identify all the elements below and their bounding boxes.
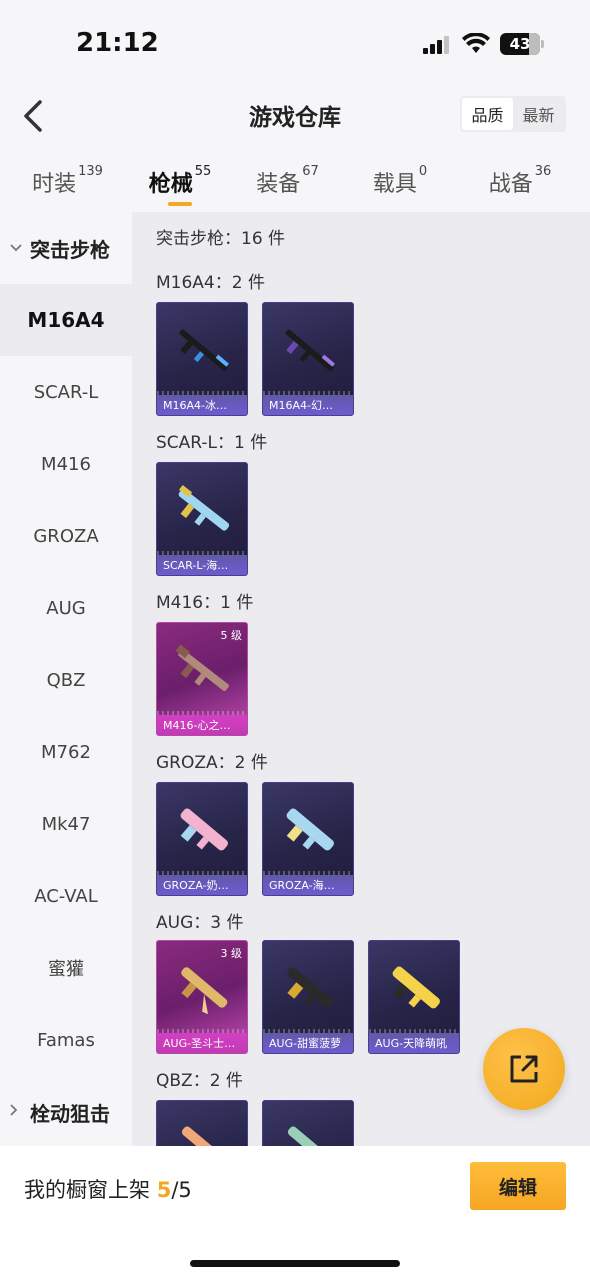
sidebar-group-label: 突击步枪 [30,237,110,262]
sidebar-item-m416[interactable]: M416 [0,428,132,500]
weapon-card-label: AUG-甜蜜菠萝 [263,1033,353,1053]
weapon-card[interactable]: AUG-天降萌吼 [368,940,460,1054]
status-time: 21:12 [76,28,159,58]
share-icon [510,1055,538,1083]
weapon-card[interactable]: GROZA-奶… [156,782,248,896]
section-title: GROZA：2 件 [156,753,268,773]
sidebar-item-honey-badger[interactable]: 蜜獾 [0,932,132,1004]
chevron-right-icon [10,1104,24,1120]
cellular-signal-icon [423,36,453,54]
header: 游戏仓库 品质 最新 [0,86,590,146]
weapon-card-label: M16A4-冰… [157,395,247,415]
weapon-card[interactable]: SCAR-L-海… [156,462,248,576]
weapon-card-label: GROZA-海… [263,875,353,895]
status-bar: 21:12 43 [0,0,590,86]
tab-count: 36 [534,164,552,179]
weapon-card[interactable] [156,1100,248,1146]
tab-guns[interactable]: 枪械 55 [135,150,225,212]
tab-equipment[interactable]: 装备 67 [225,150,350,212]
weapon-card[interactable] [262,1100,354,1146]
section-title: M416：1 件 [156,593,254,613]
sidebar-item-qbz[interactable]: QBZ [0,644,132,716]
rifle-icon [286,808,334,851]
sort-by-quality[interactable]: 品质 [462,98,513,130]
section-title: AUG：3 件 [156,913,244,933]
sidebar-item-ac-val[interactable]: AC-VAL [0,860,132,932]
tab-label: 载具 [372,172,417,197]
rifle-icon [285,329,335,371]
tab-supplies[interactable]: 战备 36 [450,150,590,212]
rifle-icon [181,967,228,1015]
sidebar-item-m762[interactable]: M762 [0,716,132,788]
battery-level-text: 43 [509,35,531,53]
tab-count: 139 [78,164,103,179]
battery-icon: 43 [500,33,540,55]
sidebar-item-aug[interactable]: AUG [0,572,132,644]
wifi-icon [462,33,490,53]
section-title: QBZ：2 件 [156,1071,243,1091]
battery-nub [541,40,544,48]
sidebar-group-assault-rifles[interactable]: 突击步枪 [0,212,132,284]
tab-count: 67 [302,164,319,179]
rifle-icon [175,644,229,692]
weapon-card-label: GROZA-奶… [157,875,247,895]
rifle-icon [178,484,230,531]
weapon-card-label: SCAR-L-海… [157,555,247,575]
tab-label: 时装 [32,172,77,197]
sidebar-item-groza[interactable]: GROZA [0,500,132,572]
weapon-card-label: AUG-天降萌吼 [369,1033,459,1053]
rifle-icon [392,966,440,1009]
sort-toggle: 品质 最新 [460,96,566,132]
tab-label: 装备 [256,172,301,197]
weapon-list: 突击步枪：16 件 M16A4：2 件 M16A4-冰… M16A4-幻… SC… [132,212,590,1146]
weapon-card-label: M416-心之… [157,715,247,735]
tab-count: 55 [194,164,212,179]
rifle-icon [179,329,229,371]
shelf-current-count: 5 [156,1178,172,1202]
weapon-card[interactable]: M16A4-幻… [262,302,354,416]
section-title: M16A4：2 件 [156,273,265,293]
tab-label: 枪械 [148,172,193,197]
rifle-icon [287,1126,334,1146]
tab-count: 0 [418,164,428,179]
section-title: SCAR-L：1 件 [156,433,268,453]
weapon-card[interactable]: AUG-甜蜜菠萝 [262,940,354,1054]
weapon-card[interactable]: M16A4-冰… [156,302,248,416]
showcase-shelf-status: 我的橱窗上架 5/5 [24,1174,192,1204]
rifle-icon [181,1126,228,1146]
weapon-card-label: AUG-圣斗士… [157,1033,247,1053]
rifle-icon [287,967,334,1008]
tab-fashion[interactable]: 时装 139 [0,150,135,212]
sort-by-newest[interactable]: 最新 [513,98,564,130]
sidebar-group-bolt-action-snipers[interactable]: 栓动狙击 [0,1076,132,1146]
sidebar-item-scar-l[interactable]: SCAR-L [0,356,132,428]
home-indicator[interactable] [190,1260,400,1267]
weapon-type-sidebar: 突击步枪 M16A4 SCAR-L M416 GROZA AUG QBZ M76… [0,212,132,1146]
category-summary: 突击步枪：16 件 [156,229,286,249]
tab-vehicles[interactable]: 载具 0 [350,150,450,212]
tab-active-indicator [168,202,192,206]
weapon-card-label: M16A4-幻… [263,395,353,415]
edit-button[interactable]: 编辑 [470,1162,566,1210]
share-button[interactable] [483,1028,565,1110]
sidebar-item-famas[interactable]: Famas [0,1004,132,1076]
chevron-down-icon [10,240,24,256]
tab-label: 战备 [488,172,533,197]
weapon-card[interactable]: GROZA-海… [262,782,354,896]
shelf-label: 我的橱窗上架 [24,1178,157,1202]
sidebar-item-mk47[interactable]: Mk47 [0,788,132,860]
rifle-icon [180,808,228,851]
sidebar-group-label: 栓动狙击 [30,1101,110,1126]
weapon-card[interactable]: 5 级 M416-心之… [156,622,248,736]
sidebar-item-m16a4[interactable]: M16A4 [0,284,132,356]
weapon-card[interactable]: 3 级 AUG-圣斗士… [156,940,248,1054]
back-arrow-icon[interactable] [18,96,54,136]
category-tabs: 时装 139 枪械 55 装备 67 载具 0 战备 36 [0,150,590,212]
shelf-total: /5 [171,1178,192,1202]
